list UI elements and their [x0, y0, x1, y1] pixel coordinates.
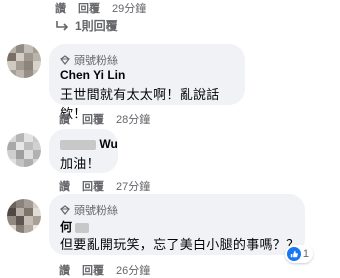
- view-replies-link[interactable]: 1則回覆: [55, 17, 118, 34]
- timestamp: 28分鐘: [116, 114, 151, 126]
- like-button[interactable]: 讚: [55, 0, 66, 16]
- comment-actions: 讚 回覆 26分鐘: [59, 262, 150, 278]
- diamond-icon: [60, 205, 70, 215]
- top-fan-badge: 頭號粉絲: [60, 202, 118, 218]
- top-fan-badge: 頭號粉絲: [60, 52, 118, 68]
- commenter-name-visible: 何: [60, 220, 73, 234]
- reply-arrow-icon: [56, 20, 69, 31]
- reply-button[interactable]: 回覆: [82, 178, 104, 194]
- comment-bubble: Wu 加油！: [49, 129, 118, 173]
- like-button[interactable]: 讚: [59, 111, 70, 127]
- comment-text: 但要亂開玩笑，忘了美白小腿的事嗎？？: [60, 237, 300, 252]
- commenter-name[interactable]: Chen Yi Lin: [60, 68, 125, 82]
- commenter-name[interactable]: 何: [60, 218, 90, 235]
- reply-button[interactable]: 回覆: [78, 0, 100, 16]
- reaction-count: 1: [302, 248, 309, 260]
- redacted-name: [60, 139, 96, 150]
- previous-comment-actions: 讚 回覆 29分鐘: [55, 0, 146, 16]
- timestamp: 26分鐘: [116, 265, 151, 277]
- commenter-name[interactable]: Wu: [60, 137, 118, 151]
- comment-actions: 讚 回覆 28分鐘: [59, 111, 150, 127]
- like-button[interactable]: 讚: [59, 178, 70, 194]
- comment-text: 加油！: [60, 156, 100, 171]
- commenter-name-visible: Wu: [99, 137, 118, 151]
- reply-button[interactable]: 回覆: [82, 111, 104, 127]
- like-reaction-icon: [286, 247, 301, 261]
- avatar[interactable]: [7, 133, 41, 167]
- diamond-icon: [60, 55, 70, 65]
- comment-actions: 讚 回覆 27分鐘: [59, 178, 150, 194]
- comment-bubble: 頭號粉絲 Chen Yi Lin 王世間就有太太啊！亂說話欸！: [49, 44, 245, 121]
- reply-button[interactable]: 回覆: [82, 262, 104, 278]
- badge-label: 頭號粉絲: [74, 55, 118, 67]
- badge-label: 頭號粉絲: [74, 205, 118, 217]
- avatar[interactable]: [7, 44, 41, 78]
- timestamp: 27分鐘: [116, 181, 151, 193]
- view-replies-label: 1則回覆: [75, 19, 118, 33]
- comment-bubble: 頭號粉絲 何 但要亂開玩笑，忘了美白小腿的事嗎？？ 1: [49, 194, 313, 263]
- reaction-summary[interactable]: 1: [284, 245, 313, 263]
- timestamp: 29分鐘: [112, 3, 147, 15]
- like-button[interactable]: 讚: [59, 262, 70, 278]
- redacted-name: [75, 222, 90, 233]
- avatar[interactable]: [7, 199, 41, 233]
